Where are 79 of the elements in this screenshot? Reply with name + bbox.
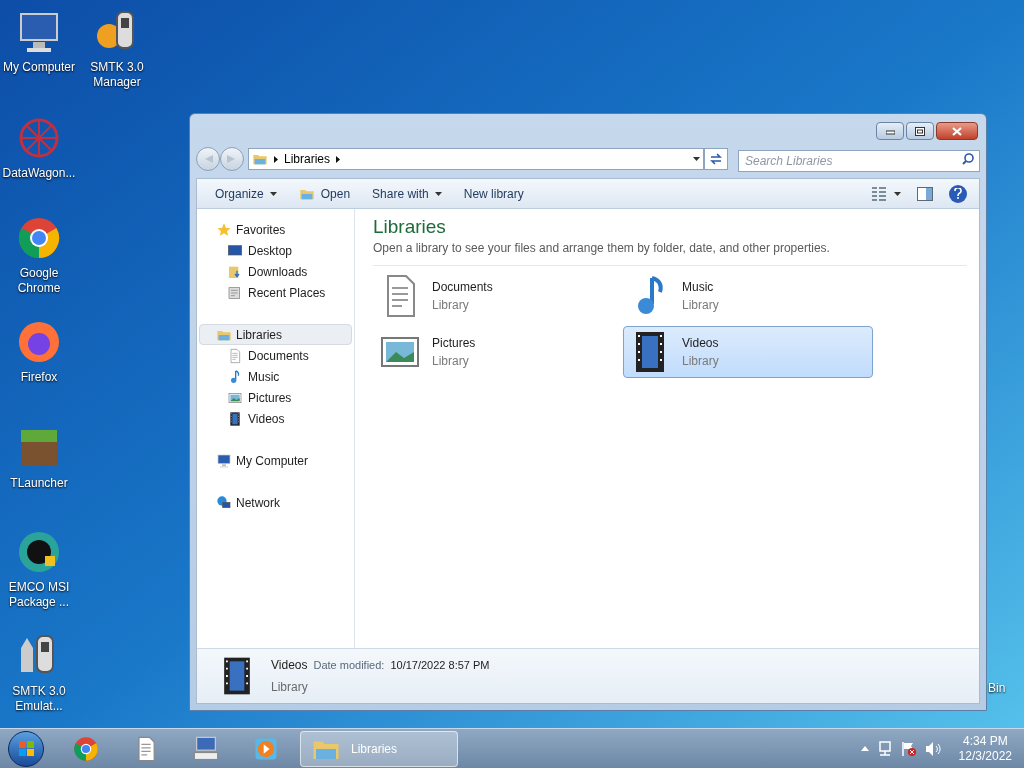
nav-item[interactable]: My Computer: [199, 450, 352, 471]
library-name: Music: [682, 279, 715, 296]
monitor-icon: [227, 242, 243, 259]
search-field[interactable]: Search Libraries: [738, 150, 980, 172]
nav-item[interactable]: Videos: [197, 408, 354, 429]
address-bar[interactable]: Libraries: [248, 148, 704, 170]
star-icon: [216, 221, 232, 238]
nav-item[interactable]: Desktop: [197, 240, 354, 261]
desktop-icon-label[interactable]: Firefox: [0, 370, 78, 385]
refresh-arrows-icon: [710, 153, 722, 165]
library-name: Documents: [432, 279, 493, 296]
library-tile[interactable]: Videos Library: [623, 326, 873, 378]
computer-icon: [216, 452, 232, 469]
dropdown-caret-icon: [693, 157, 700, 161]
desktop-icon-label[interactable]: DataWagon...: [0, 166, 78, 181]
globe-monitor-icon: [216, 494, 232, 511]
recent-places-icon: [227, 284, 243, 301]
desktop-icon-label[interactable]: SMTK 3.0 Emulat...: [0, 684, 78, 714]
document-icon: [227, 347, 243, 364]
toolbar-button[interactable]: New library: [453, 181, 534, 206]
nav-item[interactable]: Recent Places: [197, 282, 354, 303]
toolbar-button[interactable]: Open: [288, 181, 361, 206]
caret-icon: [894, 191, 901, 196]
desktop-icon-label[interactable]: Google Chrome: [0, 266, 78, 296]
toolbar-button[interactable]: Share with: [362, 181, 452, 206]
desktop-icon-label[interactable]: SMTK 3.0 Manager: [78, 60, 156, 90]
desktop-icon-label[interactable]: TLauncher: [0, 476, 78, 491]
library-type: Library: [432, 297, 470, 314]
nav-item[interactable]: Pictures: [197, 387, 354, 408]
pane-icon: [917, 186, 933, 201]
library-tile[interactable]: Pictures Library: [373, 326, 623, 378]
show-hidden-icons-icon: [860, 746, 869, 751]
restore-icon: [915, 126, 925, 136]
maximize-button[interactable]: [906, 122, 934, 140]
details-field-label: Date modified:: [313, 658, 385, 673]
toolbar-button[interactable]: Organize: [205, 181, 287, 206]
library-name: Pictures: [432, 335, 476, 352]
page-description: Open a library to see your files and arrange them by folder, date, and other properties.: [373, 239, 967, 266]
library-type: Library: [682, 297, 719, 314]
details-name: Videos: [271, 657, 308, 674]
windows-logo-icon: [18, 741, 34, 756]
library-type: Library: [682, 353, 719, 370]
caret-icon: [434, 191, 442, 196]
start-button[interactable]: [8, 730, 44, 767]
help-icon: [953, 187, 963, 200]
view-list-icon: [872, 186, 886, 201]
nav-item[interactable]: Favorites: [199, 219, 352, 240]
library-tile[interactable]: Documents Library: [373, 270, 623, 322]
details-type: Library: [271, 679, 309, 696]
nav-item[interactable]: Music: [197, 366, 354, 387]
details-field-value: 10/17/2022 8:57 PM: [390, 658, 490, 673]
close-button[interactable]: [936, 122, 978, 140]
chevron-icon: [336, 155, 341, 163]
speaker-icon: [924, 740, 941, 757]
refresh-button[interactable]: [704, 148, 728, 170]
breadcrumb-item[interactable]: Libraries: [284, 150, 331, 168]
film-strip-icon: [227, 410, 243, 427]
nav-item[interactable]: Network: [199, 492, 352, 513]
chevron-icon: [274, 155, 278, 163]
library-type: Library: [432, 353, 470, 370]
desktop-icon-label[interactable]: My Computer: [0, 60, 78, 75]
back-arrow-icon: [203, 154, 213, 164]
page-title: Libraries: [373, 215, 447, 239]
close-icon: [952, 126, 962, 136]
minimize-icon: [885, 127, 895, 135]
nav-item[interactable]: Libraries: [199, 324, 352, 345]
library-tile[interactable]: Music Library: [623, 270, 873, 322]
flag-alert-icon: [900, 740, 917, 757]
help-button[interactable]: [949, 184, 967, 203]
network-icon: [876, 740, 893, 757]
nav-item[interactable]: Downloads: [197, 261, 354, 282]
keyboard-monitor-icon[interactable]: [192, 734, 220, 763]
search-icon: [962, 153, 974, 165]
forward-arrow-icon: [227, 154, 237, 164]
caret-icon: [269, 191, 277, 196]
desktop-icon-label[interactable]: EMCO MSI Package ...: [0, 580, 78, 610]
chrome-icon[interactable]: [72, 734, 100, 763]
nav-item[interactable]: Documents: [197, 345, 354, 366]
library-name: Videos: [682, 335, 719, 352]
